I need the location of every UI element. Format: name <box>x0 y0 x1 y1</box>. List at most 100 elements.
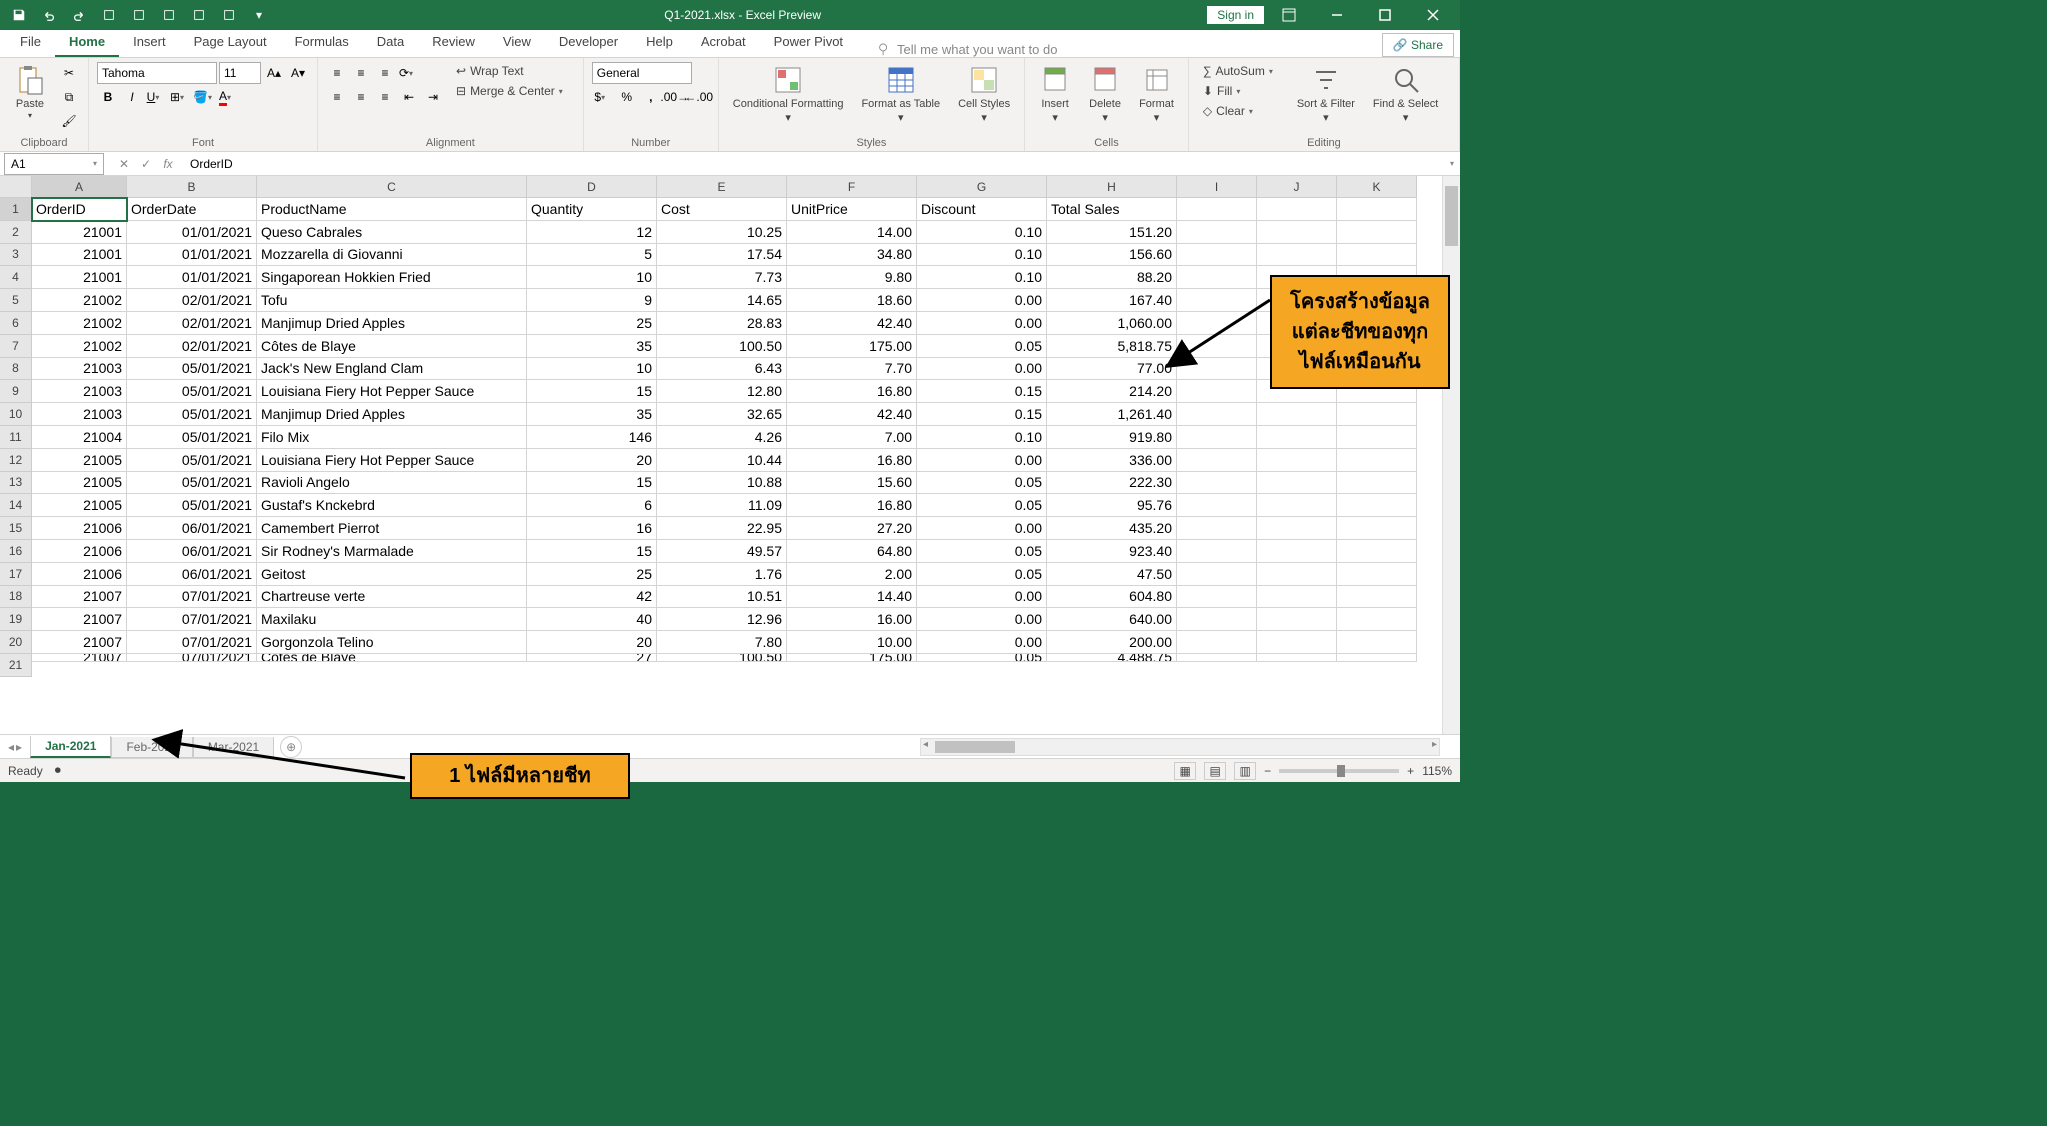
column-header[interactable]: B <box>127 176 257 198</box>
qat-btn[interactable] <box>126 3 152 27</box>
column-header[interactable]: E <box>657 176 787 198</box>
cell[interactable]: 0.10 <box>917 266 1047 289</box>
column-header[interactable]: C <box>257 176 527 198</box>
name-box[interactable]: A1▾ <box>4 153 104 175</box>
ribbon-tab-review[interactable]: Review <box>418 30 489 57</box>
cell[interactable]: 25 <box>527 563 657 586</box>
cell[interactable] <box>1257 449 1337 472</box>
row-header[interactable]: 1 <box>0 198 32 221</box>
sheet-nav-prev-icon[interactable]: ◂ <box>8 740 14 754</box>
ribbon-tab-formulas[interactable]: Formulas <box>281 30 363 57</box>
cell[interactable] <box>1177 631 1257 654</box>
cell[interactable]: 06/01/2021 <box>127 540 257 563</box>
cell[interactable]: Tofu <box>257 289 527 312</box>
decrease-font-icon[interactable]: A▾ <box>287 62 309 84</box>
worksheet-grid[interactable]: ABCDEFGHIJK 1234567891011121314151617181… <box>0 176 1460 734</box>
cell[interactable]: 21007 <box>32 586 127 609</box>
row-header[interactable]: 18 <box>0 586 32 609</box>
cell[interactable]: Gorgonzola Telino <box>257 631 527 654</box>
fill-color-icon[interactable]: 🪣▾ <box>193 86 215 108</box>
column-header[interactable]: J <box>1257 176 1337 198</box>
sheet-tab[interactable]: Jan-2021 <box>30 736 111 758</box>
cell[interactable] <box>1337 244 1417 267</box>
row-header[interactable]: 14 <box>0 494 32 517</box>
align-bottom-icon[interactable]: ≡ <box>374 62 396 84</box>
paste-button[interactable]: Paste▾ <box>8 62 52 123</box>
cell[interactable]: 10.44 <box>657 449 787 472</box>
cell[interactable]: 32.65 <box>657 403 787 426</box>
row-header[interactable]: 21 <box>0 654 32 677</box>
macro-record-icon[interactable]: ⏺ <box>55 763 61 778</box>
cell[interactable]: 10.88 <box>657 472 787 495</box>
cell[interactable]: 0.05 <box>917 563 1047 586</box>
cell[interactable] <box>1337 631 1417 654</box>
ribbon-tab-insert[interactable]: Insert <box>119 30 180 57</box>
cell[interactable]: 16.80 <box>787 380 917 403</box>
cell[interactable] <box>1177 449 1257 472</box>
cell[interactable]: 0.05 <box>917 472 1047 495</box>
cell[interactable]: Quantity <box>527 198 657 221</box>
cell[interactable]: 151.20 <box>1047 221 1177 244</box>
cell[interactable]: 0.00 <box>917 449 1047 472</box>
qat-btn[interactable] <box>156 3 182 27</box>
cell[interactable]: 10 <box>527 266 657 289</box>
redo-icon[interactable] <box>66 3 92 27</box>
row-header[interactable]: 13 <box>0 472 32 495</box>
ribbon-tab-view[interactable]: View <box>489 30 545 57</box>
zoom-out-icon[interactable]: − <box>1264 764 1271 778</box>
cell[interactable]: 21002 <box>32 289 127 312</box>
cell[interactable]: 156.60 <box>1047 244 1177 267</box>
cell[interactable]: Filo Mix <box>257 426 527 449</box>
align-top-icon[interactable]: ≡ <box>326 62 348 84</box>
cell[interactable]: 5,818.75 <box>1047 335 1177 358</box>
increase-decimal-icon[interactable]: .00→ <box>664 86 686 108</box>
column-header[interactable]: D <box>527 176 657 198</box>
cell[interactable]: 40 <box>527 608 657 631</box>
cell[interactable]: 16 <box>527 517 657 540</box>
cell[interactable]: 06/01/2021 <box>127 517 257 540</box>
cell[interactable]: 11.09 <box>657 494 787 517</box>
cell[interactable]: 07/01/2021 <box>127 586 257 609</box>
cell[interactable]: 336.00 <box>1047 449 1177 472</box>
cell[interactable] <box>1337 586 1417 609</box>
row-header[interactable]: 4 <box>0 266 32 289</box>
cell[interactable]: 640.00 <box>1047 608 1177 631</box>
expand-formula-icon[interactable]: ▾ <box>1444 159 1460 168</box>
cell[interactable]: 15.60 <box>787 472 917 495</box>
vertical-scrollbar[interactable] <box>1442 176 1460 734</box>
accounting-icon[interactable]: $▾ <box>592 86 614 108</box>
cell[interactable]: 10 <box>527 358 657 381</box>
cell[interactable]: 0.15 <box>917 403 1047 426</box>
ribbon-tab-data[interactable]: Data <box>363 30 418 57</box>
cell[interactable] <box>1337 494 1417 517</box>
qat-btn[interactable] <box>96 3 122 27</box>
cell[interactable]: Singaporean Hokkien Fried <box>257 266 527 289</box>
align-middle-icon[interactable]: ≡ <box>350 62 372 84</box>
cell[interactable]: 0.00 <box>917 289 1047 312</box>
row-header[interactable]: 2 <box>0 221 32 244</box>
cell[interactable]: Manjimup Dried Apples <box>257 403 527 426</box>
cell[interactable]: 222.30 <box>1047 472 1177 495</box>
fill-button[interactable]: ⬇ Fill ▾ <box>1197 82 1285 100</box>
cell[interactable]: 21003 <box>32 403 127 426</box>
column-header[interactable]: F <box>787 176 917 198</box>
row-header[interactable]: 15 <box>0 517 32 540</box>
cell[interactable]: 0.05 <box>917 494 1047 517</box>
cell[interactable]: 18.60 <box>787 289 917 312</box>
cell[interactable]: 0.00 <box>917 608 1047 631</box>
cell[interactable]: 7.80 <box>657 631 787 654</box>
cell[interactable]: 0.15 <box>917 380 1047 403</box>
cell[interactable]: Jack's New England Clam <box>257 358 527 381</box>
cell[interactable]: Sir Rodney's Marmalade <box>257 540 527 563</box>
cell[interactable]: 923.40 <box>1047 540 1177 563</box>
cell[interactable] <box>1257 426 1337 449</box>
cell[interactable]: 5 <box>527 244 657 267</box>
cell[interactable]: 0.00 <box>917 586 1047 609</box>
cell[interactable]: 01/01/2021 <box>127 244 257 267</box>
cell[interactable]: 0.00 <box>917 358 1047 381</box>
format-painter-icon[interactable]: 🖌 <box>58 110 80 132</box>
qat-btn[interactable] <box>216 3 242 27</box>
cell[interactable]: 16.80 <box>787 494 917 517</box>
cell[interactable]: 47.50 <box>1047 563 1177 586</box>
font-size-input[interactable] <box>219 62 261 84</box>
